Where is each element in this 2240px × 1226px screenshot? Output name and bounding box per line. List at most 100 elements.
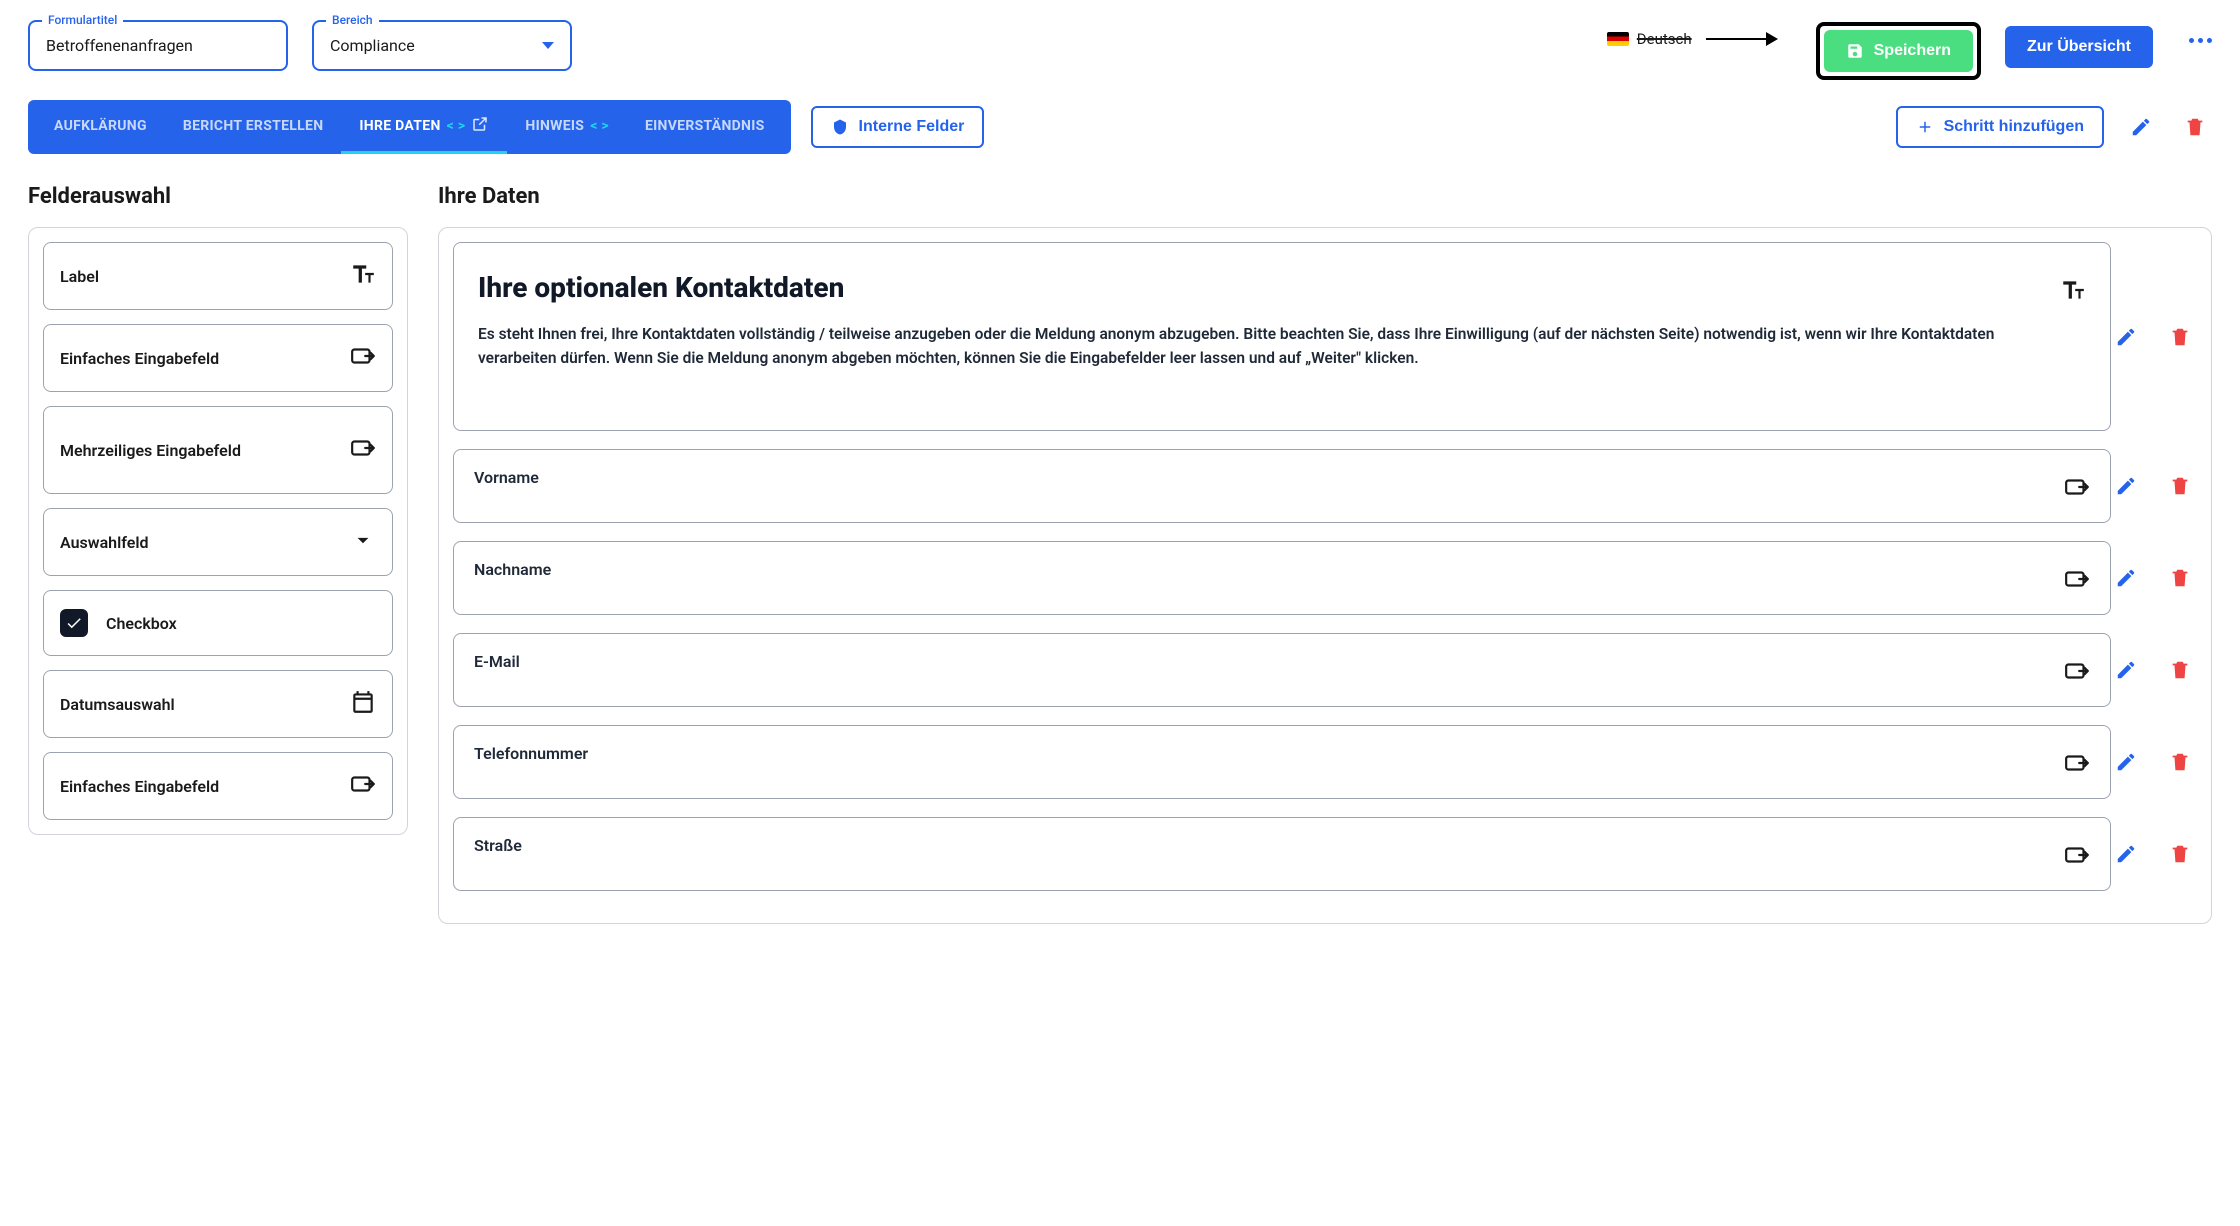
edit-field-button[interactable]	[2109, 561, 2143, 595]
calendar-icon	[350, 689, 376, 719]
field-option-label: Label	[60, 267, 99, 286]
form-field-label: Vorname	[474, 468, 2046, 487]
delete-steps-button[interactable]	[2178, 110, 2212, 144]
external-link-icon	[471, 115, 489, 137]
add-step-button[interactable]: Schritt hinzufügen	[1896, 106, 2104, 148]
form-content-panel: Ihre optionalen Kontaktdaten Es steht Ih…	[438, 227, 2212, 924]
field-option-label: Checkbox	[106, 614, 177, 633]
field-option-label: Mehrzeiliges Eingabefeld	[60, 441, 241, 460]
edit-intro-button[interactable]	[2109, 320, 2143, 354]
overview-button-label: Zur Übersicht	[2027, 38, 2131, 56]
intro-heading: Ihre optionalen Kontaktdaten	[478, 271, 2042, 304]
field-option-text[interactable]: Label	[43, 242, 393, 310]
edit-field-button[interactable]	[2109, 653, 2143, 687]
tab-label: BERICHT ERSTELLEN	[183, 118, 324, 134]
chevron-icon	[350, 527, 376, 557]
delete-field-button[interactable]	[2163, 745, 2197, 779]
tab-bericht-erstellen[interactable]: BERICHT ERSTELLEN	[165, 100, 342, 154]
pencil-icon	[2130, 116, 2152, 138]
input-icon	[350, 771, 376, 801]
area-value: Compliance	[330, 36, 415, 55]
tab-ihre-daten[interactable]: IHRE DATEN < >	[341, 100, 507, 154]
checkbox-icon	[60, 609, 88, 637]
more-menu-button[interactable]	[2189, 38, 2212, 43]
field-selection-title: Felderauswahl	[28, 184, 408, 209]
field-option-input[interactable]: Mehrzeiliges Eingabefeld	[43, 406, 393, 494]
edit-field-button[interactable]	[2109, 745, 2143, 779]
area-select[interactable]: Bereich Compliance	[312, 20, 572, 71]
intro-body: Es steht Ihnen frei, Ihre Kontaktdaten v…	[478, 322, 2042, 370]
tab-label: IHRE DATEN	[359, 118, 440, 134]
plus-icon	[1916, 118, 1934, 136]
internal-fields-button[interactable]: Interne Felder	[811, 106, 985, 148]
form-field-card[interactable]: Telefonnummer	[453, 725, 2111, 799]
form-field-label: Straße	[474, 836, 2046, 855]
save-icon	[1846, 42, 1864, 60]
input-type-icon	[2064, 566, 2090, 596]
field-option-calendar[interactable]: Datumsauswahl	[43, 670, 393, 738]
form-field-card[interactable]: E-Mail	[453, 633, 2111, 707]
form-field-card[interactable]: Vorname	[453, 449, 2111, 523]
dropdown-caret-icon	[542, 42, 554, 49]
language-label: Deutsch	[1637, 30, 1692, 48]
field-option-input[interactable]: Einfaches Eingabefeld	[43, 752, 393, 820]
flag-de-icon	[1607, 32, 1629, 46]
tab-aufklärung[interactable]: AUFKLÄRUNG	[36, 100, 165, 154]
save-highlight-box: Speichern	[1816, 22, 1981, 80]
add-step-label: Schritt hinzufügen	[1944, 118, 2084, 136]
tab-hinweis[interactable]: HINWEIS < >	[507, 100, 627, 154]
delete-field-button[interactable]	[2163, 469, 2197, 503]
field-option-label: Einfaches Eingabefeld	[60, 777, 219, 796]
input-type-icon	[2064, 474, 2090, 504]
input-icon	[350, 435, 376, 465]
steps-tab-bar: AUFKLÄRUNG BERICHT ERSTELLEN IHRE DATEN < >…	[28, 100, 791, 154]
form-title-value: Betroffenenanfragen	[46, 36, 270, 55]
internal-fields-label: Interne Felder	[859, 118, 965, 136]
code-icon: < >	[447, 118, 466, 134]
form-title-field[interactable]: Formulartitel Betroffenenanfragen	[28, 20, 288, 71]
field-option-label: Einfaches Eingabefeld	[60, 349, 219, 368]
input-type-icon	[2064, 658, 2090, 688]
tab-label: HINWEIS	[525, 118, 584, 134]
tab-label: EINVERSTÄNDNIS	[645, 118, 765, 134]
area-legend: Bereich	[326, 13, 379, 27]
your-data-title: Ihre Daten	[438, 184, 2212, 209]
input-type-icon	[2064, 842, 2090, 872]
edit-steps-button[interactable]	[2124, 110, 2158, 144]
field-option-label: Datumsauswahl	[60, 695, 175, 714]
code-icon: < >	[590, 118, 609, 134]
form-field-label: Telefonnummer	[474, 744, 2046, 763]
tab-label: AUFKLÄRUNG	[54, 118, 147, 134]
form-field-card[interactable]: Straße	[453, 817, 2111, 891]
edit-field-button[interactable]	[2109, 469, 2143, 503]
text-type-icon	[2060, 277, 2086, 307]
trash-icon	[2184, 116, 2206, 138]
edit-field-button[interactable]	[2109, 837, 2143, 871]
field-option-input[interactable]: Einfaches Eingabefeld	[43, 324, 393, 392]
delete-intro-button[interactable]	[2163, 320, 2197, 354]
text-icon	[350, 261, 376, 291]
form-field-label: E-Mail	[474, 652, 2046, 671]
language-selector[interactable]: Deutsch	[1607, 30, 1776, 48]
overview-button[interactable]: Zur Übersicht	[2005, 26, 2153, 68]
delete-field-button[interactable]	[2163, 653, 2197, 687]
tab-einverständnis[interactable]: EINVERSTÄNDNIS	[627, 100, 783, 154]
delete-field-button[interactable]	[2163, 837, 2197, 871]
save-button[interactable]: Speichern	[1824, 30, 1973, 72]
form-field-label: Nachname	[474, 560, 2046, 579]
pencil-icon	[2115, 326, 2137, 348]
field-options-panel: Label Einfaches Eingabefeld Mehrzeiliges E…	[28, 227, 408, 835]
input-icon	[350, 343, 376, 373]
form-field-card[interactable]: Nachname	[453, 541, 2111, 615]
field-option-label: Auswahlfeld	[60, 533, 149, 552]
input-type-icon	[2064, 750, 2090, 780]
intro-text-card[interactable]: Ihre optionalen Kontaktdaten Es steht Ih…	[453, 242, 2111, 431]
form-title-legend: Formulartitel	[42, 13, 123, 27]
field-option-chevron[interactable]: Auswahlfeld	[43, 508, 393, 576]
delete-field-button[interactable]	[2163, 561, 2197, 595]
save-button-label: Speichern	[1874, 42, 1951, 60]
trash-icon	[2169, 326, 2191, 348]
annotation-arrow-icon	[1706, 38, 1776, 40]
shield-icon	[831, 118, 849, 136]
field-option-checkbox[interactable]: Checkbox	[43, 590, 393, 656]
